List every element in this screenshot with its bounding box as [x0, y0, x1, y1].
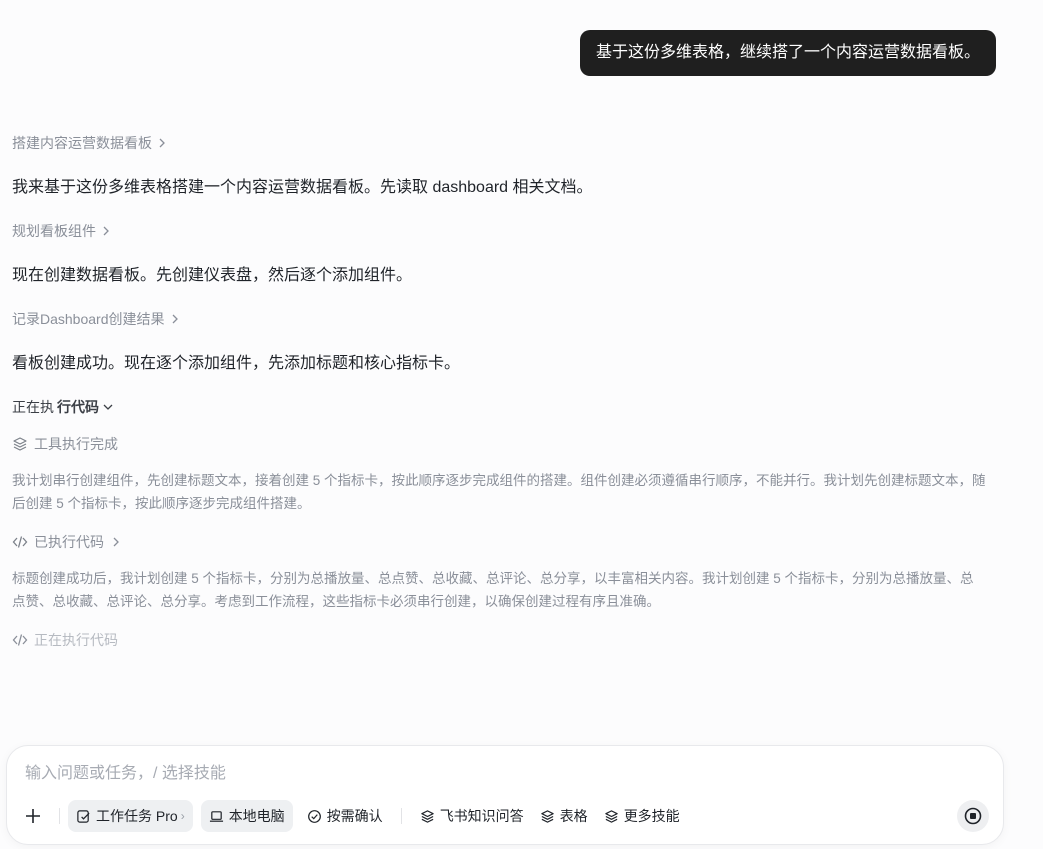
chevron-right-icon: › [180, 809, 185, 823]
stop-button[interactable] [957, 800, 989, 832]
chevron-down-icon [103, 404, 113, 410]
step-link-build-dashboard[interactable]: 搭建内容运营数据看板 [12, 133, 168, 153]
prompt-input[interactable] [25, 762, 925, 786]
tool-done-label: 工具执行完成 [34, 436, 118, 452]
chevron-right-icon [113, 537, 119, 547]
executed-code-label: 已执行代码 [34, 534, 104, 550]
plus-icon [26, 809, 40, 823]
feishu-knowledge-qa-button[interactable]: 飞书知识问答 [412, 800, 532, 832]
local-pc-button[interactable]: 本地电脑 [200, 800, 293, 832]
stop-icon [964, 807, 982, 825]
step-link-label: 规划看板组件 [12, 223, 96, 239]
feishu-qa-label: 飞书知识问答 [439, 808, 524, 824]
running-label-bold: 行代码 [57, 399, 99, 415]
laptop-icon [209, 810, 223, 822]
more-skills-label: 更多技能 [623, 808, 680, 824]
chevron-right-icon [159, 138, 165, 148]
layers-icon [420, 809, 434, 823]
check-circle-icon [307, 809, 321, 823]
user-message-bubble: 基于这份多维表格，继续搭了一个内容运营数据看板。 [579, 30, 996, 76]
assistant-message: 我来基于这份多维表格搭建一个内容运营数据看板。先读取 dashboard 相关文… [12, 179, 593, 196]
table-skill-button[interactable]: 表格 [532, 800, 596, 832]
assistant-message: 现在创建数据看板。先创建仪表盘，然后逐个添加组件。 [12, 267, 413, 284]
code-icon [12, 536, 28, 548]
composer: 工作任务 Pro › 本地电脑 按需确认 飞书知识问答 表格 更多技能 [6, 745, 1004, 845]
code-icon [12, 634, 28, 646]
confirm-label: 按需确认 [326, 808, 383, 824]
chevron-right-icon [103, 226, 109, 236]
composer-toolbar: 工作任务 Pro › 本地电脑 按需确认 飞书知识问答 表格 更多技能 [21, 800, 989, 832]
step-link-record-result[interactable]: 记录Dashboard创建结果 [12, 309, 181, 329]
running-label-prefix: 正在执 [12, 399, 54, 415]
table-label: 表格 [559, 808, 588, 824]
executing-code-line: 正在执行代码 [12, 630, 118, 650]
thought-text: 标题创建成功后，我计划创建 5 个指标卡，分别为总播放量、总点赞、总收藏、总评论… [12, 571, 974, 609]
work-task-pro-button[interactable]: 工作任务 Pro › [68, 800, 193, 832]
running-code-toggle[interactable]: 正在执 行代码 [12, 397, 114, 417]
assistant-message: 看板创建成功。现在逐个添加组件，先添加标题和核心指标卡。 [12, 355, 461, 372]
step-link-label: 记录Dashboard创建结果 [12, 311, 165, 327]
layers-icon [604, 809, 618, 823]
task-icon [77, 809, 90, 823]
local-pc-label: 本地电脑 [228, 808, 285, 824]
thought-text: 我计划串行创建组件，先创建标题文本，接着创建 5 个指标卡，按此顺序逐步完成组件… [12, 473, 986, 511]
layers-icon [540, 809, 554, 823]
layers-icon [13, 437, 27, 451]
step-link-plan-components[interactable]: 规划看板组件 [12, 221, 112, 241]
divider [59, 808, 60, 824]
tool-done-line: 工具执行完成 [12, 434, 118, 454]
chevron-right-icon [172, 314, 178, 324]
step-link-label: 搭建内容运营数据看板 [12, 135, 152, 151]
work-task-label: 工作任务 Pro [96, 808, 178, 824]
confirm-on-demand-button[interactable]: 按需确认 [299, 800, 391, 832]
executed-code-link[interactable]: 已执行代码 [12, 532, 122, 552]
executing-code-label: 正在执行代码 [34, 632, 118, 648]
add-button[interactable] [21, 804, 45, 828]
divider [400, 808, 402, 824]
more-skills-button[interactable]: 更多技能 [596, 800, 688, 832]
